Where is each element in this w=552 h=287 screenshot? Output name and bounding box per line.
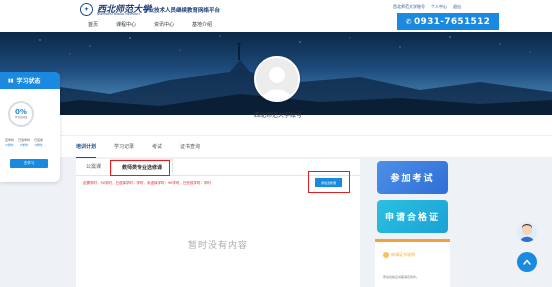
stat-selected-label: 已选学时 [18, 138, 31, 142]
main-nav: 首页 课程中心 资讯中心 基地介绍 [88, 21, 212, 28]
header: ✦ 西北师范大学 NORTHWEST NORMAL UNIVERSITY 专业技… [0, 0, 552, 32]
nav-news-center[interactable]: 资讯中心 [154, 21, 174, 28]
take-exam-button[interactable]: 参加考试 [377, 161, 448, 194]
logout-link[interactable]: 退出 [453, 4, 461, 10]
hotline-number: 0931-7651512 [413, 16, 491, 27]
university-logo[interactable]: ✦ 西北师范大学 NORTHWEST NORMAL UNIVERSITY [80, 3, 151, 16]
study-stats: 应学时 0学时 已选学时 0学时 已完成 0学时 [5, 138, 43, 148]
lightbulb-icon [383, 252, 389, 258]
stat-completed-value: 0学时 [34, 143, 43, 147]
course-content-panel: 公需课 教师类专业选修课 应需学时：90学时，已选择学时：学时，未选择学时：90… [76, 159, 360, 287]
phone-icon: ✆ [405, 17, 412, 26]
stat-required-label: 应学时 [5, 138, 15, 142]
tab-certificate-query[interactable]: 证书查询 [180, 136, 200, 158]
bar-chart-icon: ▮▮ [8, 77, 14, 84]
hotline-box: ✆ 0931-7651512 [397, 13, 499, 30]
user-avatar[interactable] [254, 56, 300, 102]
study-status-header: ▮▮ 学习状态 [0, 72, 60, 89]
tabs-bar: 培训计划 学习记录 考试 证书查询 [0, 135, 552, 158]
back-to-top-button[interactable] [517, 252, 537, 272]
credit-summary: 应需学时：90学时，已选择学时：学时，未选择学时：90学时，已完成学时：学时 [83, 181, 211, 185]
stat-selected: 已选学时 0学时 [18, 138, 30, 148]
add-elective-button[interactable]: 添加选修课 [315, 178, 342, 187]
nav-home[interactable]: 首页 [88, 21, 98, 28]
customer-service-icon [520, 224, 534, 242]
nav-base-intro[interactable]: 基地介绍 [192, 21, 212, 28]
progress-label: 学习总进度 [14, 115, 28, 119]
nav-course-center[interactable]: 课程中心 [116, 21, 136, 28]
progress-ring: 0% 学习总进度 [8, 101, 34, 127]
progress-percent: 0% [15, 107, 27, 116]
account-link[interactable]: 西北师范大学账号 [393, 4, 425, 10]
study-status-card: ▮▮ 学习状态 0% 学习总进度 应学时 0学时 已选学时 0学时 已完成 0学… [0, 72, 60, 182]
highlight-box-tab [110, 160, 170, 176]
tab-training-plan[interactable]: 培训计划 [76, 136, 97, 158]
tab-exam[interactable]: 考试 [152, 136, 162, 158]
empty-state-text: 暂时没有内容 [187, 241, 248, 251]
study-status-title: 学习状态 [16, 78, 41, 85]
platform-title: 专业技术人员继续教育网络平台 [143, 8, 221, 14]
username: 西北师范大学账号 [253, 112, 302, 119]
stat-required-value: 0学时 [5, 143, 14, 147]
stat-required: 应学时 0学时 [5, 138, 14, 148]
go-study-button[interactable]: 去学习 [10, 159, 48, 168]
personal-center-link[interactable]: 个人中心 [431, 4, 447, 10]
certificate-info-title: 申请证书说明 [383, 252, 415, 258]
certificate-info-card: 申请证书说明 申请合格证书需满足条件。 [375, 239, 450, 287]
stat-selected-value: 0学时 [20, 143, 28, 147]
tab-study-records[interactable]: 学习记录 [114, 136, 134, 158]
certificate-info-title-text: 申请证书说明 [391, 252, 415, 257]
main-tabs: 培训计划 学习记录 考试 证书查询 [76, 136, 200, 158]
stat-completed: 已完成 0学时 [34, 138, 43, 148]
user-links: 西北师范大学账号 个人中心 退出 [393, 4, 461, 10]
school-name-en: NORTHWEST NORMAL UNIVERSITY [97, 13, 141, 16]
customer-service-button[interactable] [517, 222, 537, 242]
stat-completed-label: 已完成 [34, 138, 44, 142]
certificate-info-text: 申请合格证书需满足条件。 [383, 275, 420, 279]
avatar-placeholder-icon [256, 58, 298, 100]
university-seal-icon: ✦ [80, 3, 93, 16]
tab-public-course[interactable]: 公需课 [76, 159, 111, 175]
chevron-up-icon [523, 259, 531, 265]
apply-certificate-button[interactable]: 申请合格证 [377, 200, 448, 233]
